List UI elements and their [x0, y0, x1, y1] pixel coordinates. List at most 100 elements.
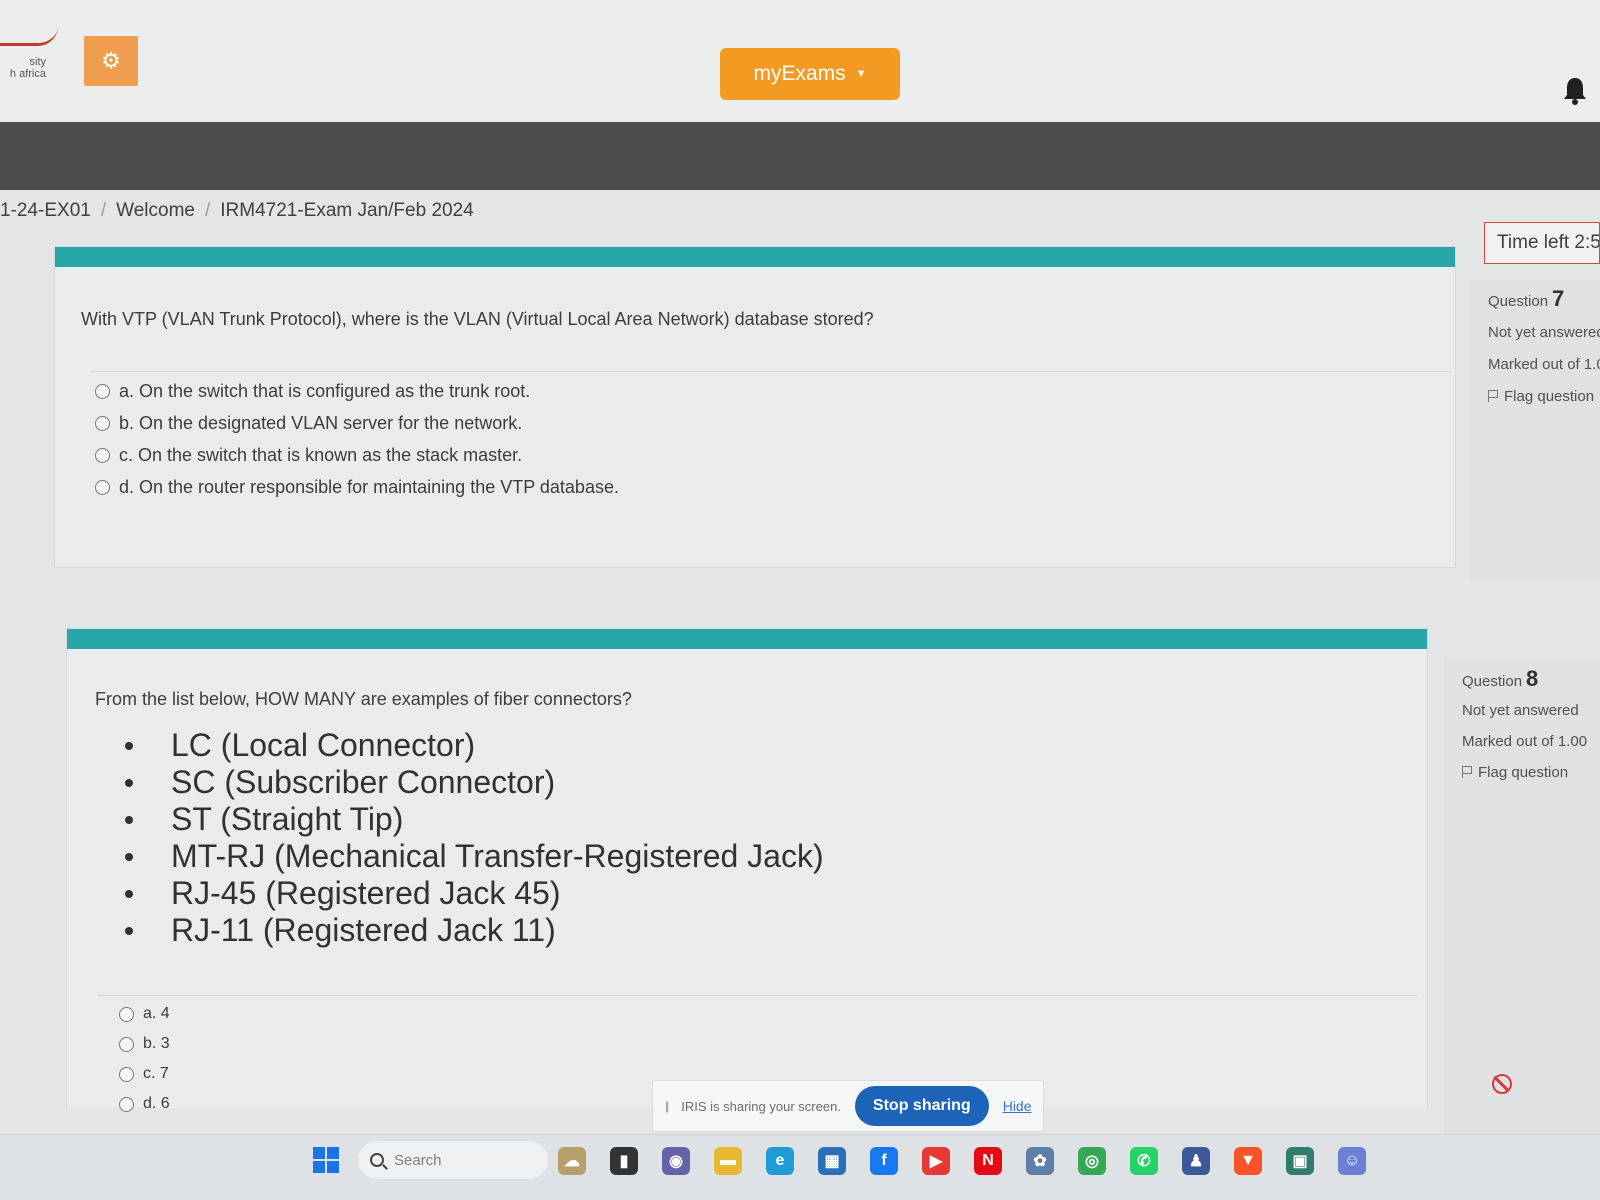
gear-icon: ⚙ — [101, 48, 121, 73]
flag-icon — [1462, 766, 1472, 778]
chevron-down-icon: ▼ — [855, 68, 867, 80]
option-b[interactable]: b. 3 — [119, 1035, 170, 1053]
taskbar-search-placeholder: Search — [394, 1151, 442, 1169]
flag-question-label: Flag question — [1504, 388, 1595, 405]
question-label: Question — [1462, 673, 1523, 690]
people-icon[interactable]: ♟ — [1182, 1147, 1210, 1175]
taskbar-search[interactable]: Search — [358, 1141, 548, 1179]
radio-button[interactable] — [119, 1066, 134, 1082]
flag-question-link[interactable]: Flag question — [1488, 388, 1600, 405]
bullet — [125, 926, 133, 935]
bell-icon[interactable] — [1562, 76, 1588, 106]
chrome-icon[interactable]: ◎ — [1078, 1147, 1106, 1175]
whatsapp-icon[interactable]: ✆ — [1130, 1147, 1158, 1175]
list-item: RJ-11 (Registered Jack 11) — [125, 912, 824, 949]
option-d[interactable]: d. On the router responsible for maintai… — [95, 477, 619, 498]
question-number: Question 7 — [1488, 286, 1600, 312]
netflix-icon[interactable]: N — [974, 1147, 1002, 1175]
bullet — [125, 815, 133, 824]
terminal-icon[interactable]: ▣ — [1286, 1147, 1314, 1175]
hide-banner-link[interactable]: Hide — [1003, 1098, 1032, 1114]
store-icon[interactable]: ▦ — [818, 1147, 846, 1175]
file-explorer-icon[interactable]: ▬ — [714, 1147, 742, 1175]
list-item-text: MT-RJ (Mechanical Transfer-Registered Ja… — [171, 838, 824, 874]
question-number: Question 8 — [1462, 666, 1600, 692]
flag-question-link[interactable]: Flag question — [1462, 764, 1600, 781]
fiber-connector-list: LC (Local Connector) SC (Subscriber Conn… — [125, 727, 824, 949]
radio-button[interactable] — [95, 416, 110, 431]
option-b-label: b. On the designated VLAN server for the… — [119, 413, 523, 433]
navigation-band — [0, 122, 1600, 190]
myexams-menu-button[interactable]: myExams ▼ — [720, 48, 900, 100]
facebook-icon[interactable]: f — [870, 1147, 898, 1175]
list-item: LC (Local Connector) — [125, 727, 824, 764]
list-item-text: LC (Local Connector) — [171, 727, 476, 763]
taskbar: Search ☁ ▮ ◉ ▬ e ▦ f ▶ N ✿ ◎ ✆ ♟ ▼ ▣ ☺ — [0, 1134, 1600, 1200]
list-item-text: ST (Straight Tip) — [171, 801, 404, 837]
logo-text-line2: h africa — [9, 68, 46, 80]
list-item-text: RJ-11 (Registered Jack 11) — [171, 912, 556, 948]
myexams-label: myExams — [753, 62, 846, 85]
radio-button[interactable] — [95, 448, 110, 463]
radio-button[interactable] — [119, 1006, 134, 1022]
bullet — [125, 741, 133, 750]
option-a[interactable]: a. On the switch that is configured as t… — [95, 381, 619, 402]
question-7-card: With VTP (VLAN Trunk Protocol), where is… — [54, 246, 1456, 568]
list-item-text: SC (Subscriber Connector) — [171, 764, 556, 800]
option-a[interactable]: a. 4 — [119, 1005, 170, 1023]
radio-button[interactable] — [119, 1036, 134, 1052]
question-marks: Marked out of 1.00 — [1462, 733, 1588, 750]
question-status: Not yet answered — [1488, 324, 1600, 341]
university-logo-text: sity h africa — [0, 56, 46, 80]
list-item: SC (Subscriber Connector) — [125, 764, 824, 801]
question-number-value: 8 — [1526, 666, 1539, 691]
flag-icon — [1488, 390, 1498, 402]
chat-icon[interactable]: ◉ — [662, 1147, 690, 1175]
option-c[interactable]: c. 7 — [119, 1065, 170, 1083]
bullet — [125, 778, 133, 787]
option-b[interactable]: b. On the designated VLAN server for the… — [95, 413, 619, 434]
question-7-options: a. On the switch that is configured as t… — [95, 381, 619, 498]
stop-sharing-button[interactable]: Stop sharing — [854, 1086, 989, 1126]
list-item: ST (Straight Tip) — [125, 801, 824, 838]
question-8-info: Question 8 Not yet answered Marked out of… — [1444, 660, 1600, 1134]
list-item: RJ-45 (Registered Jack 45) — [125, 875, 824, 912]
screen-share-banner: || IRIS is sharing your screen. Stop sha… — [652, 1080, 1044, 1132]
edge-icon[interactable]: e — [766, 1147, 794, 1175]
time-left-timer: Time left 2:5 — [1484, 222, 1600, 264]
option-d-label: d. On the router responsible for maintai… — [119, 477, 619, 497]
brave-icon[interactable]: ▼ — [1234, 1147, 1262, 1175]
pause-icon: || — [665, 1099, 669, 1113]
university-logo[interactable] — [0, 26, 58, 46]
radio-button[interactable] — [119, 1096, 134, 1112]
breadcrumb-separator: / — [204, 200, 211, 221]
option-b-label: b. 3 — [143, 1035, 170, 1052]
screen-share-message: IRIS is sharing your screen. — [681, 1098, 841, 1114]
radio-button[interactable] — [95, 384, 110, 399]
breadcrumb-item-exam[interactable]: IRM4721-Exam Jan/Feb 2024 — [220, 200, 473, 222]
youtube-icon[interactable]: ▶ — [922, 1147, 950, 1175]
option-d[interactable]: d. 6 — [119, 1095, 170, 1113]
task-view-icon[interactable]: ▮ — [610, 1147, 638, 1175]
divider — [91, 371, 1451, 372]
blocked-icon — [1492, 1074, 1512, 1094]
option-a-label: a. On the switch that is configured as t… — [119, 381, 531, 401]
option-c-label: c. On the switch that is known as the st… — [119, 445, 523, 465]
settings-button[interactable]: ⚙ — [84, 36, 138, 86]
breadcrumb-item-course[interactable]: 1-24-EX01 — [0, 200, 91, 222]
radio-button[interactable] — [95, 480, 110, 495]
windows-start-icon[interactable] — [313, 1147, 339, 1173]
app-icon[interactable]: ☺ — [1338, 1147, 1366, 1175]
flag-question-label: Flag question — [1478, 764, 1569, 781]
question-7-text: With VTP (VLAN Trunk Protocol), where is… — [81, 309, 874, 329]
widgets-icon[interactable]: ☁ — [558, 1147, 586, 1175]
settings-icon[interactable]: ✿ — [1026, 1147, 1054, 1175]
question-7-info: Question 7 Not yet answered Marked out of… — [1470, 280, 1600, 580]
question-8-card: From the list below, HOW MANY are exampl… — [66, 628, 1428, 1112]
question-header-bar — [55, 247, 1455, 267]
breadcrumb-item-welcome[interactable]: Welcome — [116, 200, 195, 222]
option-c-label: c. 7 — [143, 1065, 169, 1082]
question-marks: Marked out of 1.00 — [1488, 356, 1600, 373]
question-label: Question — [1488, 293, 1549, 310]
option-c[interactable]: c. On the switch that is known as the st… — [95, 445, 619, 466]
